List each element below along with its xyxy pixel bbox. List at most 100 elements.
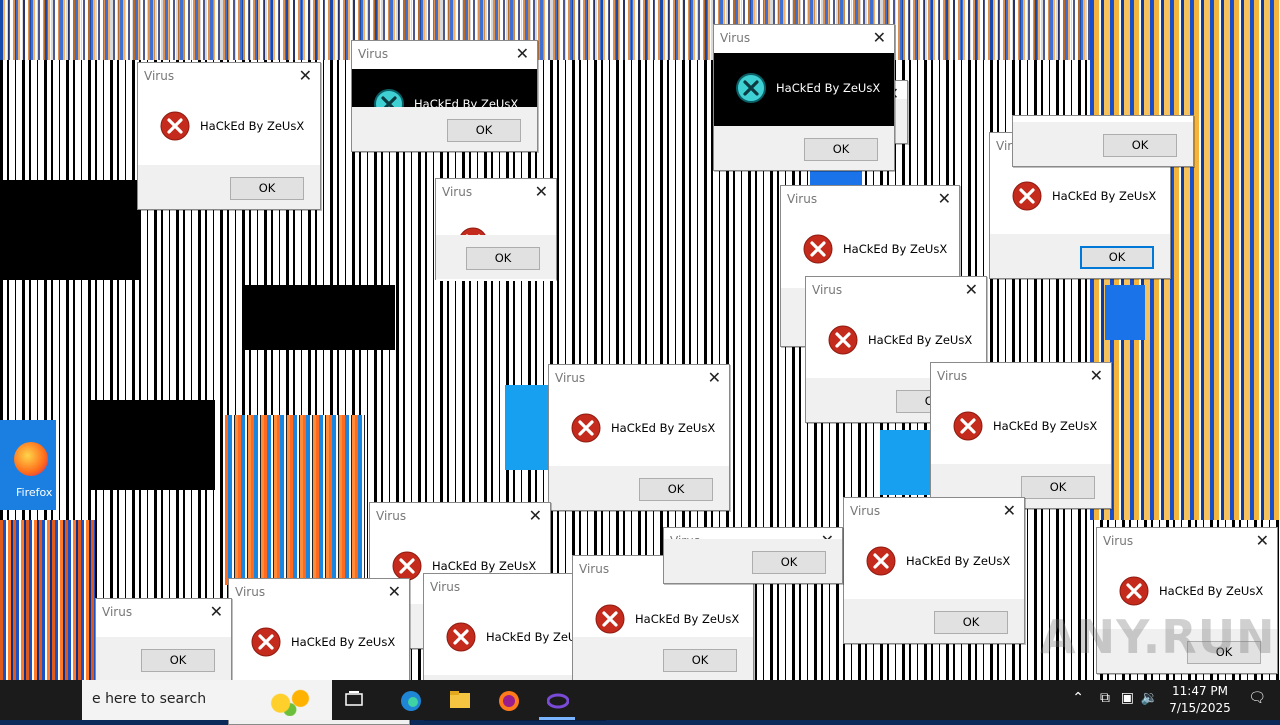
ok-button[interactable]: OK xyxy=(447,119,521,142)
firefox-shortcut-label: Firefox xyxy=(16,486,53,499)
glitch-band xyxy=(0,180,140,280)
close-icon[interactable]: ✕ xyxy=(1256,531,1269,550)
dialog-title: Virus xyxy=(144,69,175,83)
dialog-title: Virus xyxy=(376,509,407,523)
dialog-titlebar[interactable]: Virus ✕ xyxy=(714,25,894,53)
dialog-titlebar[interactable]: Virus ✕ xyxy=(781,186,959,214)
network-icon[interactable]: ⧉ xyxy=(1100,690,1110,706)
close-icon[interactable]: ✕ xyxy=(708,368,721,387)
glitch-band xyxy=(880,430,930,495)
virus-dialog[interactable]: Virus✕HaCkEd By ZeUsX OK xyxy=(713,24,895,171)
close-icon[interactable]: ✕ xyxy=(388,582,401,601)
dialog-message: HaCkEd By ZeUsX xyxy=(1159,584,1264,598)
close-icon[interactable]: ✕ xyxy=(299,66,312,85)
ok-button[interactable]: OK xyxy=(663,649,737,672)
virus-dialog[interactable]: Virus✕HaCkEd By ZeUsXOK xyxy=(95,598,232,701)
close-icon[interactable]: ✕ xyxy=(1003,501,1016,520)
search-placeholder: e here to search xyxy=(92,691,207,707)
glitch-band xyxy=(225,415,365,585)
virus-dialog[interactable]: Virus✕HaCkEd By ZeUsXOK xyxy=(1012,115,1194,167)
dialog-titlebar[interactable]: Virus ✕ xyxy=(806,277,986,305)
error-icon xyxy=(828,325,858,355)
ok-button[interactable]: OK xyxy=(141,649,215,672)
dialog-body: HaCkEd By ZeUsX xyxy=(844,526,1024,600)
dialog-titlebar[interactable]: Virus ✕ xyxy=(229,579,409,607)
dialog-body: HaCkEd By ZeUsX xyxy=(138,91,320,165)
virus-dialog[interactable]: Virus✕HaCkEd By ZeUsXOK xyxy=(351,40,538,152)
virus-dialog[interactable]: Virus✕ HaCkEd By ZeUsX OK xyxy=(548,364,730,511)
dialog-titlebar[interactable]: Virus ✕ xyxy=(1097,528,1277,556)
dialog-message: HaCkEd By ZeUsX xyxy=(635,612,740,626)
glitch-band xyxy=(0,520,95,680)
ok-button[interactable]: OK xyxy=(934,611,1008,634)
dialog-titlebar[interactable]: Virus ✕ xyxy=(370,503,550,531)
close-icon[interactable]: ✕ xyxy=(516,44,529,63)
dialog-title: Virus xyxy=(787,192,818,206)
dialog-titlebar[interactable]: Virus ✕ xyxy=(96,599,231,627)
file-explorer-icon[interactable] xyxy=(437,680,481,720)
close-icon[interactable]: ✕ xyxy=(535,182,548,201)
dialog-titlebar[interactable]: Virus ✕ xyxy=(931,363,1111,391)
dialog-titlebar[interactable]: Virus ✕ xyxy=(549,365,729,393)
network-wired-icon[interactable]: ▣ xyxy=(1121,690,1134,706)
ok-button[interactable]: OK xyxy=(804,138,878,161)
dialog-footer: OK xyxy=(844,599,1024,643)
task-view-icon[interactable] xyxy=(332,680,376,720)
dialog-message: HaCkEd By ZeUsX xyxy=(291,635,396,649)
glitch-band xyxy=(0,0,1280,60)
firefox-desktop-shortcut[interactable]: Firefox xyxy=(0,420,56,510)
ok-button[interactable]: OK xyxy=(752,551,826,574)
chevron-up-icon[interactable]: ⌃ xyxy=(1072,690,1084,706)
glitch-band xyxy=(90,400,215,490)
firefox-icon[interactable] xyxy=(486,680,530,720)
taskbar-clock[interactable]: 11:47 PM 7/15/2025 xyxy=(1164,683,1236,717)
virus-dialog[interactable]: Virus✕HaCkEd By ZeUsXOK xyxy=(663,527,843,584)
close-icon[interactable]: ✕ xyxy=(938,189,951,208)
error-icon xyxy=(446,622,476,652)
close-icon[interactable]: ✕ xyxy=(529,506,542,525)
dialog-footer: OK xyxy=(549,466,729,510)
error-icon xyxy=(866,546,896,576)
virus-dialog[interactable]: Virus ✕ HaCkEd By ZeUsX OK xyxy=(137,62,321,210)
dialog-body: HaCkEd By ZeUsX xyxy=(549,393,729,467)
dialog-message: HaCkEd By ZeUsX xyxy=(993,419,1098,433)
close-icon[interactable]: ✕ xyxy=(210,602,223,621)
dialog-message: HaCkEd By ZeUsX xyxy=(432,559,537,573)
dialog-message: HaCkEd By ZeUsX xyxy=(611,421,716,435)
error-icon xyxy=(251,627,281,657)
dialog-message: HaCkEd By ZeUsX xyxy=(200,119,305,133)
close-icon[interactable]: ✕ xyxy=(1090,366,1103,385)
dialog-body: HaCkEd By ZeUsX xyxy=(714,53,894,127)
virus-dialog[interactable]: Virus✕HaCkEd By ZeUsXOK xyxy=(435,178,557,281)
ok-button[interactable]: OK xyxy=(639,478,713,501)
error-icon xyxy=(1119,576,1149,606)
dialog-title: Virus xyxy=(1103,534,1134,548)
virus-dialog[interactable]: Virus✕ HaCkEd By ZeUsX OK xyxy=(930,362,1112,509)
ok-button[interactable]: OK xyxy=(230,177,304,200)
taskbar-search-box[interactable]: e here to search xyxy=(82,680,332,720)
close-icon[interactable]: ✕ xyxy=(873,28,886,47)
dialog-title: Virus xyxy=(102,605,133,619)
notification-icon[interactable]: 🗨 xyxy=(1248,690,1266,706)
ok-button[interactable]: OK xyxy=(466,247,540,270)
ok-button[interactable]: OK xyxy=(1080,246,1154,269)
dialog-title: Virus xyxy=(579,562,610,576)
volume-icon[interactable]: 🔉 xyxy=(1141,690,1158,706)
dialog-body: HaCkEd By ZeUsX xyxy=(931,391,1111,465)
dialog-titlebar[interactable]: Virus ✕ xyxy=(844,498,1024,526)
dialog-titlebar[interactable]: Virus ✕ xyxy=(352,41,537,69)
error-icon xyxy=(392,551,422,581)
dialog-titlebar[interactable]: Virus ✕ xyxy=(436,179,556,207)
dialog-titlebar[interactable]: Virus ✕ xyxy=(138,63,320,91)
ok-button[interactable]: OK xyxy=(1021,476,1095,499)
dialog-title: Virus xyxy=(235,585,266,599)
anyrun-watermark: ANY.RUN xyxy=(1040,610,1276,664)
edge-icon[interactable] xyxy=(388,680,432,720)
search-highlight-flowers xyxy=(262,684,324,716)
close-icon[interactable]: ✕ xyxy=(965,280,978,299)
ok-button[interactable]: OK xyxy=(1103,134,1177,157)
app-icon[interactable] xyxy=(535,680,579,720)
dialog-message: HaCkEd By ZeUsX xyxy=(868,333,973,347)
virus-dialog[interactable]: Virus✕HaCkEd By ZeUsX OK xyxy=(843,497,1025,644)
dialog-message: HaCkEd By ZeUsX xyxy=(843,242,948,256)
